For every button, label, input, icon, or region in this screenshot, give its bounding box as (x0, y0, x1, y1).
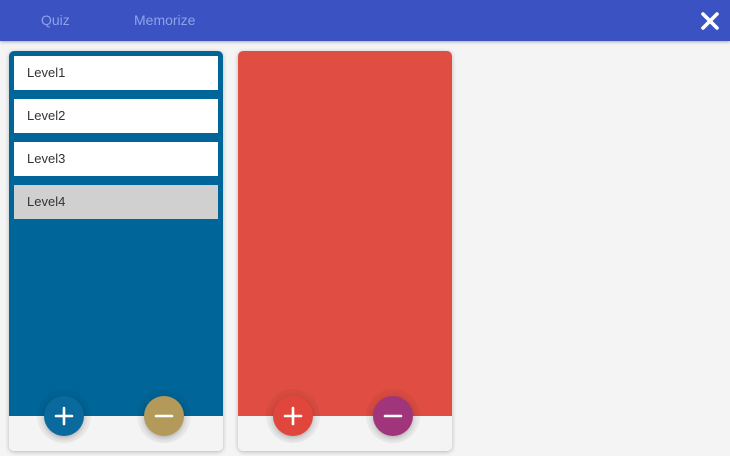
minus-icon (383, 414, 403, 418)
level-item-2[interactable]: Level2 (14, 99, 218, 133)
second-panel (238, 51, 452, 451)
level-item-1[interactable]: Level1 (14, 56, 218, 90)
add-level-button[interactable] (44, 396, 84, 436)
second-panel-footer (238, 416, 452, 451)
plus-icon (283, 406, 303, 426)
add-item-button[interactable] (273, 396, 313, 436)
close-icon (701, 12, 719, 30)
remove-level-button[interactable] (144, 396, 184, 436)
second-panel-body (238, 51, 452, 416)
levels-panel: Level1 Level2 Level3 Level4 (9, 51, 223, 451)
level-item-3[interactable]: Level3 (14, 142, 218, 176)
level-item-4[interactable]: Level4 (14, 185, 218, 219)
levels-panel-footer (9, 416, 223, 451)
minus-icon (154, 414, 174, 418)
close-button[interactable] (698, 9, 722, 33)
remove-item-button[interactable] (373, 396, 413, 436)
top-bar: Quiz Memorize (0, 0, 730, 41)
tab-quiz[interactable]: Quiz (41, 0, 70, 41)
tab-memorize[interactable]: Memorize (134, 0, 195, 41)
levels-panel-body: Level1 Level2 Level3 Level4 (9, 51, 223, 416)
plus-icon (54, 406, 74, 426)
